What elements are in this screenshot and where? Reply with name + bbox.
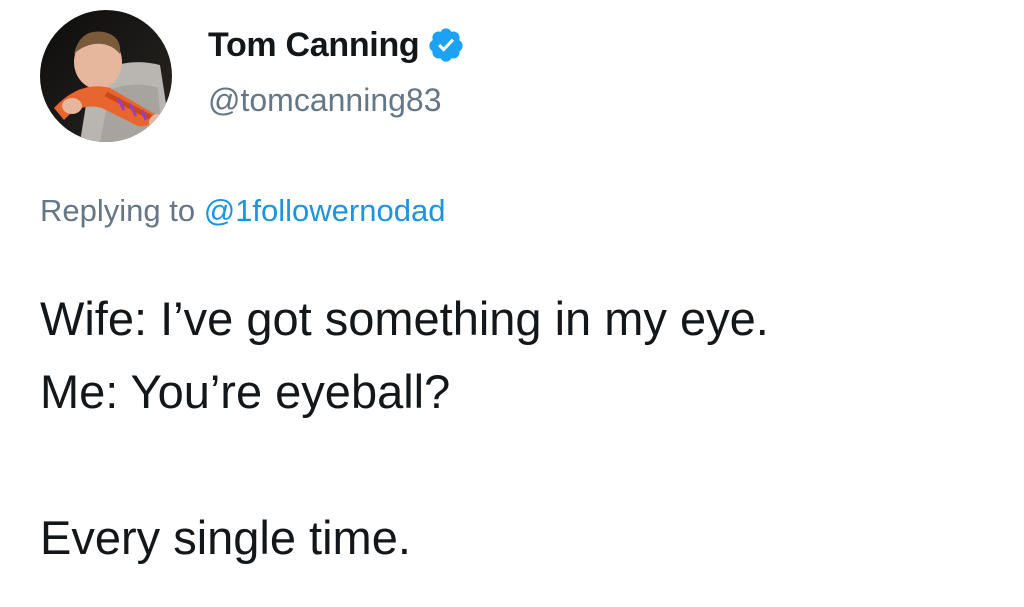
- tweet-line: Me: You’re eyeball?: [40, 365, 451, 418]
- author-name-row: Tom Canning: [208, 22, 465, 68]
- tweet-card: Tom Canning @tomcanning83 Replying to @1…: [0, 0, 1024, 607]
- author-handle[interactable]: @tomcanning83: [208, 82, 442, 119]
- replying-to: Replying to @1followernodad: [40, 193, 445, 229]
- avatar[interactable]: [40, 10, 172, 142]
- verified-badge-icon: [427, 26, 465, 64]
- tweet-line: Every single time.: [40, 511, 411, 564]
- tweet-text: Wife: I’ve got something in my eye. Me: …: [40, 282, 769, 574]
- avatar-image: [40, 10, 172, 142]
- reply-mention-link[interactable]: @1followernodad: [204, 193, 446, 228]
- author-display-name[interactable]: Tom Canning: [208, 26, 420, 65]
- replying-to-label: Replying to: [40, 193, 196, 228]
- tweet-line: Wife: I’ve got something in my eye.: [40, 292, 769, 345]
